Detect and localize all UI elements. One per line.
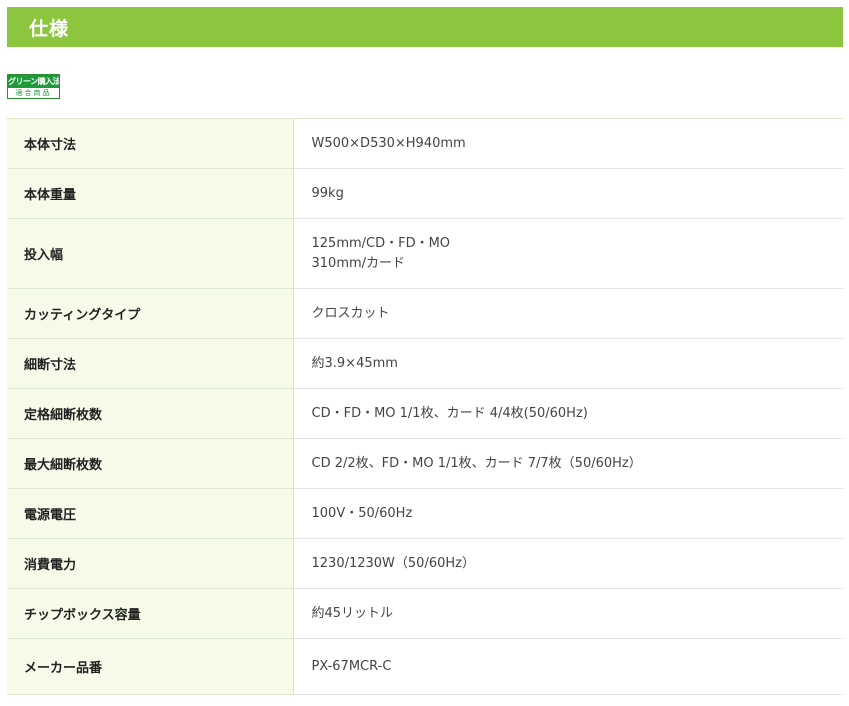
spec-row: 投入幅 125mm/CD・FD・MO 310mm/カード: [7, 218, 843, 289]
spec-value: 125mm/CD・FD・MO 310mm/カード: [293, 218, 843, 289]
spec-label: 最大細断枚数: [7, 438, 294, 489]
spec-value-line: 125mm/CD・FD・MO: [311, 235, 451, 251]
spec-label: 本体寸法: [7, 118, 294, 169]
spec-label: 電源電圧: [7, 488, 294, 539]
spec-label: 本体重量: [7, 168, 294, 219]
spec-row: メーカー品番 PX-67MCR-C: [7, 638, 843, 695]
spec-value: 約45リットル: [293, 588, 843, 639]
spec-row: チップボックス容量 約45リットル: [7, 588, 843, 639]
spec-row: 本体重量 99kg: [7, 168, 843, 219]
spec-value-line: CD 2/2枚、FD・MO 1/1枚、カード 7/7枚（50/60Hz）: [311, 455, 642, 471]
spec-value: W500×D530×H940mm: [293, 118, 843, 169]
green-purchase-law-badge: グリーン購入法 適合商品: [7, 74, 60, 99]
spec-value: 約3.9×45mm: [293, 338, 843, 389]
spec-value: CD 2/2枚、FD・MO 1/1枚、カード 7/7枚（50/60Hz）: [293, 438, 843, 489]
spec-label: 細断寸法: [7, 338, 294, 389]
spec-label: カッティングタイプ: [7, 288, 294, 339]
spec-row: 本体寸法 W500×D530×H940mm: [7, 118, 843, 169]
spec-row: 消費電力 1230/1230W（50/60Hz）: [7, 538, 843, 589]
spec-row: 電源電圧 100V・50/60Hz: [7, 488, 843, 539]
spec-label: メーカー品番: [7, 638, 294, 695]
spec-value-line: 約3.9×45mm: [311, 355, 398, 371]
badge-line1: グリーン購入法: [8, 75, 59, 88]
spec-label: 定格細断枚数: [7, 388, 294, 439]
spec-value-line: 99kg: [311, 185, 344, 201]
spec-value-line: 310mm/カード: [311, 255, 406, 271]
spec-row: 最大細断枚数 CD 2/2枚、FD・MO 1/1枚、カード 7/7枚（50/60…: [7, 438, 843, 489]
spec-value-line: 100V・50/60Hz: [311, 505, 413, 521]
spec-label: 投入幅: [7, 218, 294, 289]
spec-value-line: PX-67MCR-C: [311, 658, 392, 674]
spec-value-line: 約45リットル: [311, 605, 394, 621]
spec-value-line: W500×D530×H940mm: [311, 135, 466, 151]
spec-value: 100V・50/60Hz: [293, 488, 843, 539]
spec-value-line: クロスカット: [311, 305, 390, 321]
page-title: 仕様: [29, 17, 70, 40]
spec-label: 消費電力: [7, 538, 294, 589]
spec-value: PX-67MCR-C: [293, 638, 843, 695]
spec-header-bar: 仕様: [7, 7, 843, 47]
spec-label: チップボックス容量: [7, 588, 294, 639]
badge-line2: 適合商品: [15, 89, 52, 97]
spec-value: CD・FD・MO 1/1枚、カード 4/4枚(50/60Hz): [293, 388, 843, 439]
spec-value: クロスカット: [293, 288, 843, 339]
spec-value: 99kg: [293, 168, 843, 219]
spec-row: カッティングタイプ クロスカット: [7, 288, 843, 339]
spec-value: 1230/1230W（50/60Hz）: [293, 538, 843, 589]
spec-value-line: 1230/1230W（50/60Hz）: [311, 555, 475, 571]
spec-table: 本体寸法 W500×D530×H940mm 本体重量 99kg 投入幅 125m…: [7, 118, 843, 695]
spec-row: 細断寸法 約3.9×45mm: [7, 338, 843, 389]
spec-row: 定格細断枚数 CD・FD・MO 1/1枚、カード 4/4枚(50/60Hz): [7, 388, 843, 439]
spec-value-line: CD・FD・MO 1/1枚、カード 4/4枚(50/60Hz): [311, 405, 588, 421]
